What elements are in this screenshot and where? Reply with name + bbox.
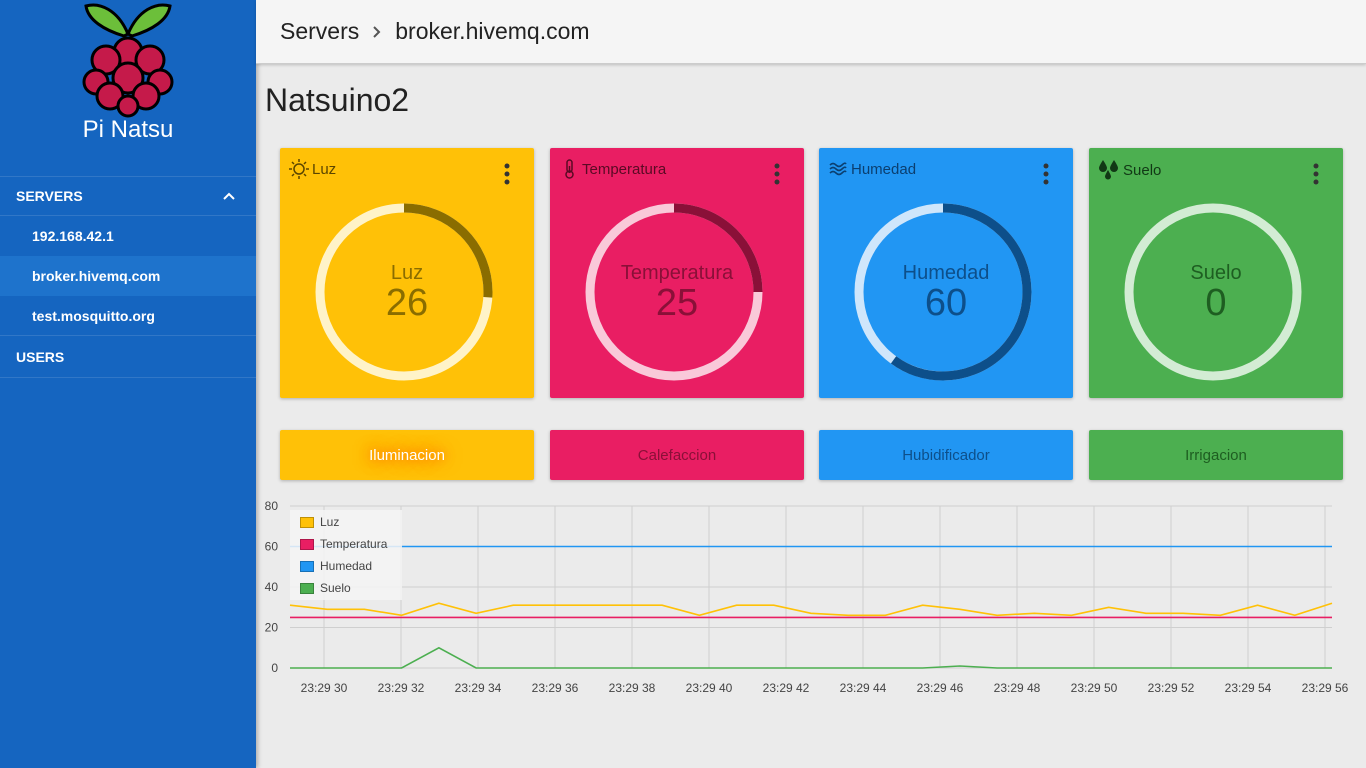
y-tick-label: 0 xyxy=(271,661,278,675)
legend-item-humedad[interactable]: Humedad xyxy=(300,559,372,573)
legend-swatch xyxy=(300,582,314,594)
calefaccion-button[interactable]: Calefaccion xyxy=(550,430,804,480)
waves-icon xyxy=(829,162,847,176)
gauge-value: 25 xyxy=(655,282,699,324)
nav-section-servers[interactable]: SERVERS xyxy=(0,176,256,216)
more-vert-icon[interactable] xyxy=(500,162,514,186)
legend-swatch xyxy=(300,560,314,572)
legend-item-suelo[interactable]: Suelo xyxy=(300,581,351,595)
irrigacion-button[interactable]: Irrigacion xyxy=(1089,430,1343,480)
chevron-up-icon xyxy=(223,192,235,200)
x-tick-label: 23:29 44 xyxy=(840,681,887,695)
x-tick-label: 23:29 48 xyxy=(994,681,1041,695)
x-tick-label: 23:29 50 xyxy=(1071,681,1118,695)
more-vert-icon[interactable] xyxy=(1309,162,1323,186)
breadcrumb-current: broker.hivemq.com xyxy=(395,18,590,44)
y-tick-label: 20 xyxy=(265,621,279,635)
x-tick-label: 23:29 46 xyxy=(917,681,964,695)
y-tick-label: 60 xyxy=(265,540,279,554)
page-title: Natsuino2 xyxy=(265,82,410,118)
x-tick-label: 23:29 40 xyxy=(686,681,733,695)
card-label: Temperatura xyxy=(582,160,667,178)
x-tick-label: 23:29 36 xyxy=(532,681,579,695)
card-title: Temperatura xyxy=(558,158,666,180)
gauge-value: 26 xyxy=(385,282,429,324)
card-title: Humedad xyxy=(827,158,916,180)
x-tick-label: 23:29 54 xyxy=(1225,681,1272,695)
chevron-right-icon xyxy=(373,25,381,38)
sensor-line-chart: 0 20 40 60 80 23:29 30 23:29 32 23:29 34 23:29 3… xyxy=(265,499,1349,695)
card-label: Suelo xyxy=(1123,161,1162,179)
sidebar-item-server-192[interactable]: 192.168.42.1 xyxy=(0,216,256,256)
x-tick-label: 23:29 30 xyxy=(301,681,348,695)
thermometer-icon xyxy=(565,159,574,179)
sun-icon xyxy=(289,159,309,179)
card-title: Luz xyxy=(288,158,336,180)
more-vert-icon[interactable] xyxy=(770,162,784,186)
x-tick-label: 23:29 32 xyxy=(378,681,425,695)
sensor-card-humedad: Humedad Humedad 60 xyxy=(819,148,1073,398)
sidebar: Pi Natsu SERVERS 192.168.42.1 broker.hiv… xyxy=(0,0,256,768)
breadcrumb-servers[interactable]: Servers xyxy=(280,18,359,45)
x-tick-label: 23:29 52 xyxy=(1148,681,1195,695)
x-tick-label: 23:29 38 xyxy=(609,681,656,695)
legend-item-temperatura[interactable]: Temperatura xyxy=(300,537,387,551)
legend-swatch xyxy=(300,538,314,550)
hubidificador-button[interactable]: Hubidificador xyxy=(819,430,1073,480)
nav-section-servers-label: SERVERS xyxy=(16,188,83,204)
legend-item-luz[interactable]: Luz xyxy=(300,515,339,529)
card-label: Humedad xyxy=(851,160,917,178)
legend-label: Suelo xyxy=(320,581,351,595)
y-tick-label: 40 xyxy=(265,580,279,594)
legend-label: Temperatura xyxy=(320,537,388,551)
brand-name: Pi Natsu xyxy=(82,116,174,143)
sensor-card-luz: Luz Luz 26 xyxy=(280,148,534,398)
sensor-card-suelo: Suelo Suelo 0 xyxy=(1089,148,1343,398)
card-title: Suelo xyxy=(1097,158,1161,182)
raspberry-pi-logo xyxy=(82,3,174,118)
more-vert-icon[interactable] xyxy=(1039,162,1053,186)
x-tick-label: 23:29 34 xyxy=(455,681,502,695)
iluminacion-button[interactable]: Iluminacion xyxy=(280,430,534,480)
card-label: Luz xyxy=(312,160,337,178)
x-tick-label: 23:29 42 xyxy=(763,681,810,695)
droplets-icon xyxy=(1099,160,1118,180)
sidebar-item-server-mosquitto[interactable]: test.mosquitto.org xyxy=(0,296,256,336)
legend-label: Humedad xyxy=(320,559,373,573)
gauge-value: 60 xyxy=(924,282,968,324)
y-tick-label: 80 xyxy=(265,499,279,513)
legend-label: Luz xyxy=(320,515,340,529)
legend-swatch xyxy=(300,516,314,528)
nav-section-users[interactable]: USERS xyxy=(0,336,256,378)
series-line-suelo xyxy=(290,646,1332,669)
sidebar-item-server-hivemq[interactable]: broker.hivemq.com xyxy=(0,256,256,296)
series-line-luz xyxy=(289,602,1333,617)
gauge-value: 0 xyxy=(1205,282,1227,324)
brand: Pi Natsu xyxy=(0,0,256,176)
breadcrumb: Servers broker.hivemq.com xyxy=(256,0,1366,64)
sensor-card-temperatura: Temperatura Temperatura 25 xyxy=(550,148,804,398)
x-tick-label: 23:29 56 xyxy=(1302,681,1349,695)
chart-legend: Luz Temperatura Humedad Suelo xyxy=(290,510,402,600)
